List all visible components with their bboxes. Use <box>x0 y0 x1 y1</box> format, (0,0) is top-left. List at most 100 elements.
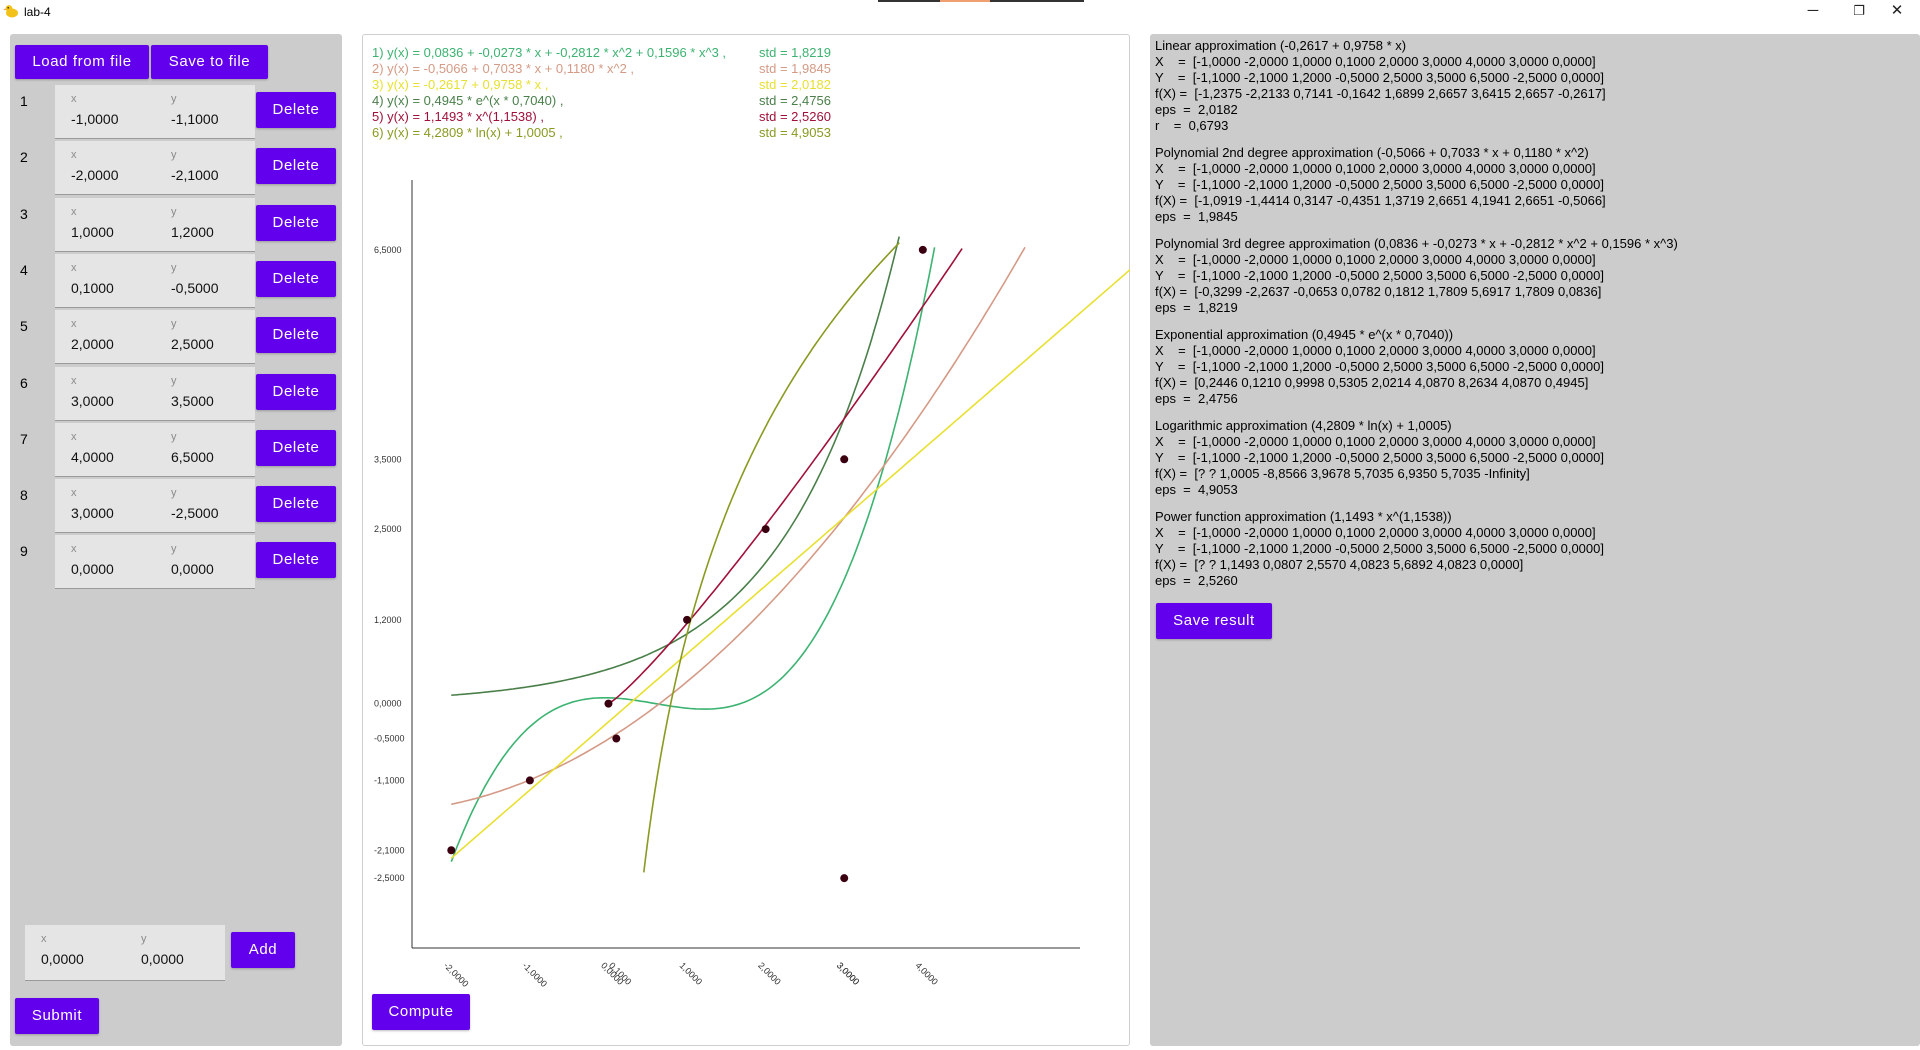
point-x-field[interactable]: x 1,0000 <box>55 197 155 252</box>
result-line: eps = 1,8219 <box>1155 300 1238 315</box>
delete-point-button[interactable]: Delete <box>256 260 336 297</box>
x-tick-label: 1,0000 <box>678 960 705 987</box>
point-x-field[interactable]: x 0,0000 <box>55 535 155 590</box>
result-line: Exponential approximation (0,4945 * e^(x… <box>1155 327 1454 342</box>
point-y-value[interactable]: 3,5000 <box>171 393 214 409</box>
point-x-field[interactable]: x 3,0000 <box>55 366 155 421</box>
point-index: 4 <box>20 261 28 278</box>
point-x-value[interactable]: 3,0000 <box>71 393 114 409</box>
point-y-value[interactable]: -0,5000 <box>171 280 218 296</box>
point-x-field[interactable]: x -2,0000 <box>55 141 155 196</box>
new-y-value[interactable]: 0,0000 <box>141 951 184 967</box>
point-x-field[interactable]: x -1,0000 <box>55 85 155 139</box>
result-line: f(X) = [0,2446 0,1210 0,9998 0,5305 2,02… <box>1155 375 1589 390</box>
result-line: f(X) = [-1,0919 -1,4414 0,3147 -0,4351 1… <box>1155 193 1606 208</box>
point-y-field[interactable]: y -2,5000 <box>155 479 255 534</box>
legend-std: std = 2,0182 <box>759 77 831 92</box>
y-tick-label: 6,5000 <box>374 245 402 255</box>
result-line: f(X) = [? ? 1,0005 -8,8566 3,9678 5,7035… <box>1155 466 1530 481</box>
delete-point-button[interactable]: Delete <box>256 486 336 523</box>
point-y-value[interactable]: -1,1000 <box>171 111 218 127</box>
result-block: Linear approximation (-0,2617 + 0,9758 *… <box>1155 38 1606 134</box>
point-y-value[interactable]: 0,0000 <box>171 561 214 577</box>
close-button[interactable]: ✕ <box>1874 0 1920 24</box>
y-label: y <box>171 205 177 218</box>
data-point <box>604 699 613 708</box>
point-x-value[interactable]: 1,0000 <box>71 224 114 240</box>
compute-button[interactable]: Compute <box>372 994 470 1030</box>
new-y-field[interactable]: y 0,0000 <box>125 925 225 981</box>
delete-point-button[interactable]: Delete <box>256 92 336 128</box>
point-x-value[interactable]: 3,0000 <box>71 505 114 521</box>
point-y-field[interactable]: y 6,5000 <box>155 422 255 477</box>
result-line: X = [-1,0000 -2,0000 1,0000 0,1000 2,000… <box>1155 161 1596 176</box>
result-block: Logarithmic approximation (4,2809 * ln(x… <box>1155 418 1604 498</box>
point-y-field[interactable]: y -2,1000 <box>155 141 255 196</box>
new-x-label: x <box>41 933 47 945</box>
result-line: eps = 2,5260 <box>1155 573 1238 588</box>
y-label: y <box>171 374 177 387</box>
point-x-value[interactable]: 4,0000 <box>71 449 114 465</box>
y-tick-label: -1,1000 <box>374 775 405 785</box>
result-line: Y = [-1,1000 -2,1000 1,2000 -0,5000 2,50… <box>1155 268 1604 283</box>
delete-point-button[interactable]: Delete <box>256 317 336 354</box>
result-line: Polynomial 3rd degree approximation (0,0… <box>1155 236 1678 251</box>
result-line: f(X) = [-0,3299 -2,2637 -0,0653 0,0782 0… <box>1155 284 1602 299</box>
result-line: X = [-1,0000 -2,0000 1,0000 0,1000 2,000… <box>1155 525 1596 540</box>
point-index: 7 <box>20 430 28 447</box>
delete-point-button[interactable]: Delete <box>256 542 336 579</box>
new-x-field[interactable]: x 0,0000 <box>25 925 125 981</box>
point-y-field[interactable]: y -0,5000 <box>155 253 255 308</box>
point-x-field[interactable]: x 2,0000 <box>55 310 155 365</box>
point-x-value[interactable]: -1,0000 <box>71 111 118 127</box>
point-x-value[interactable]: -2,0000 <box>71 167 118 183</box>
point-y-value[interactable]: -2,5000 <box>171 505 218 521</box>
point-y-field[interactable]: y 3,5000 <box>155 366 255 421</box>
approximation-curves <box>450 236 1130 873</box>
point-x-field[interactable]: x 3,0000 <box>55 479 155 534</box>
result-line: f(X) = [? ? 1,1493 0,0807 2,5570 4,0823 … <box>1155 557 1524 572</box>
result-line: Logarithmic approximation (4,2809 * ln(x… <box>1155 418 1452 433</box>
new-y-label: y <box>141 933 147 945</box>
x-tick-label: 2,0000 <box>756 960 783 987</box>
minimize-button[interactable]: ─ <box>1790 0 1836 24</box>
delete-point-button[interactable]: Delete <box>256 373 336 410</box>
point-y-field[interactable]: y -1,1000 <box>155 85 255 139</box>
approximation-curve-1 <box>450 247 936 862</box>
point-x-value[interactable]: 0,0000 <box>71 561 114 577</box>
point-index: 2 <box>20 149 28 166</box>
point-x-value[interactable]: 2,0000 <box>71 336 114 352</box>
delete-point-button[interactable]: Delete <box>256 148 336 185</box>
point-x-value[interactable]: 0,1000 <box>71 280 114 296</box>
point-y-value[interactable]: 2,5000 <box>171 336 214 352</box>
y-axis-ticks: 6,5000 3,5000 2,5000 1,2000 0,0000 -0,5000 -1,… <box>374 245 405 883</box>
point-x-field[interactable]: x 4,0000 <box>55 422 155 477</box>
result-line: eps = 1,9845 <box>1155 209 1238 224</box>
legend-formula: 2) y(x) = -0,5066 + 0,7033 * x + 0,1180 … <box>372 61 635 76</box>
point-x-field[interactable]: x 0,1000 <box>55 253 155 308</box>
x-label: x <box>71 430 77 443</box>
x-tick-label: -2,0000 <box>442 960 471 989</box>
point-y-field[interactable]: y 2,5000 <box>155 310 255 365</box>
data-points <box>447 245 927 883</box>
data-point <box>918 245 927 254</box>
point-y-field[interactable]: y 1,2000 <box>155 197 255 252</box>
add-button[interactable]: Add <box>231 932 295 968</box>
approximation-chart: -2,0000 -1,0000 0,10000,0000 1,0000 2,0000 3,… <box>374 180 1130 989</box>
delete-point-button[interactable]: Delete <box>256 204 336 241</box>
delete-point-button[interactable]: Delete <box>256 429 336 466</box>
save-result-button[interactable]: Save result <box>1156 603 1272 639</box>
new-x-value[interactable]: 0,0000 <box>41 951 84 967</box>
y-label: y <box>171 149 177 162</box>
load-from-file-button[interactable]: Load from file <box>15 45 149 79</box>
point-y-value[interactable]: 1,2000 <box>171 224 214 240</box>
legend-formula: 4) y(x) = 0,4945 * e^(x * 0,7040) , <box>372 93 564 108</box>
point-y-value[interactable]: 6,5000 <box>171 449 214 465</box>
point-y-value[interactable]: -2,1000 <box>171 167 218 183</box>
save-to-file-button[interactable]: Save to file <box>151 45 268 79</box>
legend-formula: 6) y(x) = 4,2809 * ln(x) + 1,0005 , <box>372 125 563 140</box>
submit-button[interactable]: Submit <box>15 998 99 1034</box>
result-line: eps = 4,9053 <box>1155 482 1238 497</box>
point-index: 1 <box>20 93 28 109</box>
point-y-field[interactable]: y 0,0000 <box>155 535 255 590</box>
